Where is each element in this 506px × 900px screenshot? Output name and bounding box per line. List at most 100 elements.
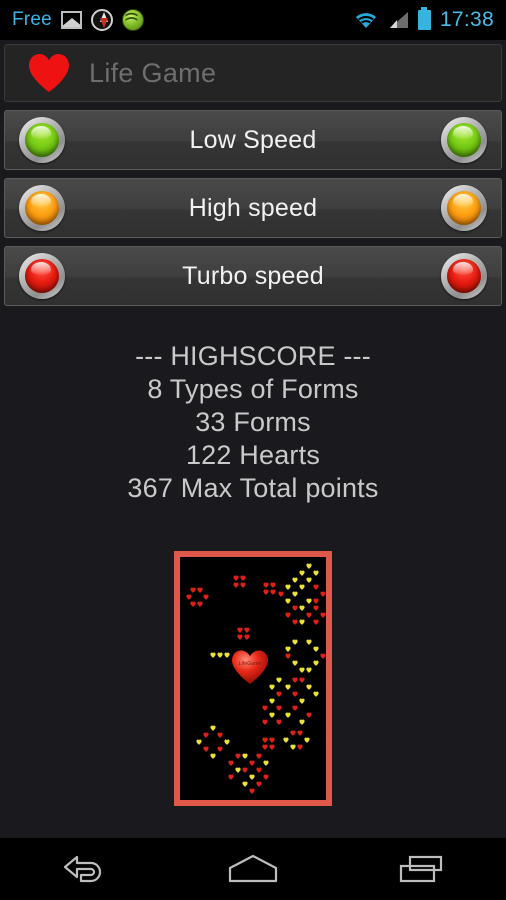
- life-cell: [256, 753, 262, 759]
- life-cell: [242, 781, 248, 787]
- life-cell: [306, 639, 312, 645]
- life-cell: [285, 684, 291, 690]
- life-cell: [299, 619, 305, 625]
- low-speed-label: Low Speed: [189, 125, 317, 154]
- life-cell: [233, 575, 239, 581]
- life-cell: [210, 753, 216, 759]
- life-cell: [269, 737, 275, 743]
- life-cell: [292, 619, 298, 625]
- life-cell: [210, 652, 216, 658]
- life-cell: [224, 739, 230, 745]
- life-cell: [313, 619, 319, 625]
- highscore-panel: --- HIGHSCORE --- 8 Types of Forms 33 Fo…: [0, 340, 506, 505]
- carrier-label: Free: [12, 9, 52, 30]
- life-cell: [203, 746, 209, 752]
- life-cell: [292, 591, 298, 597]
- life-cell: [244, 627, 250, 633]
- gallery-icon: [60, 11, 82, 29]
- life-cell: [256, 767, 262, 773]
- life-cell: [306, 684, 312, 690]
- high-speed-led-right: [441, 185, 487, 231]
- life-cell: [276, 677, 282, 683]
- life-cell: [285, 712, 291, 718]
- life-cell: [270, 582, 276, 588]
- turbo-speed-label: Turbo speed: [182, 261, 324, 290]
- life-cell: [313, 584, 319, 590]
- life-cell: [292, 677, 298, 683]
- life-cell: [313, 646, 319, 652]
- life-cell: [228, 774, 234, 780]
- clock: 17:38: [439, 8, 494, 31]
- life-cell: [262, 705, 268, 711]
- life-cell: [306, 577, 312, 583]
- life-cell: [197, 601, 203, 607]
- life-cell: [313, 660, 319, 666]
- life-cell: [190, 601, 196, 607]
- home-button[interactable]: [208, 846, 298, 892]
- app-title: Life Game: [89, 57, 217, 88]
- life-cell: [269, 744, 275, 750]
- life-cell: [269, 698, 275, 704]
- life-cell: [237, 627, 243, 633]
- life-cell: [210, 725, 216, 731]
- life-cell: [313, 605, 319, 611]
- life-cell: [313, 691, 319, 697]
- turbo-speed-button[interactable]: Turbo speed: [4, 246, 502, 306]
- life-cell: [313, 598, 319, 604]
- low-speed-button-wrap: Low Speed: [4, 110, 502, 170]
- life-cell: [299, 605, 305, 611]
- wifi-icon: [354, 11, 378, 29]
- turbo-speed-button-wrap: Turbo speed: [4, 246, 502, 306]
- life-cell: [306, 612, 312, 618]
- life-cell: [196, 739, 202, 745]
- life-cell: [285, 646, 291, 652]
- highscore-hearts: 122 Hearts: [185, 440, 321, 470]
- life-cell: [313, 570, 319, 576]
- life-cell: [278, 591, 284, 597]
- turbo-speed-led-left: [19, 253, 65, 299]
- life-cell: [262, 719, 268, 725]
- low-speed-button[interactable]: Low Speed: [4, 110, 502, 170]
- life-cell: [224, 652, 230, 658]
- life-cell: [263, 760, 269, 766]
- life-cell: [299, 570, 305, 576]
- life-cell: [263, 589, 269, 595]
- life-cell: [197, 587, 203, 593]
- status-bar: Free 17:38: [0, 0, 506, 40]
- life-cell: [233, 582, 239, 588]
- high-speed-button[interactable]: High speed: [4, 178, 502, 238]
- life-cell: [242, 753, 248, 759]
- back-button[interactable]: [39, 846, 129, 892]
- life-cell: [240, 575, 246, 581]
- high-speed-button-wrap: High speed: [4, 178, 502, 238]
- life-cell: [262, 737, 268, 743]
- life-cell: [292, 691, 298, 697]
- battery-icon: [417, 7, 431, 30]
- high-speed-label: High speed: [188, 193, 318, 222]
- life-cell: [186, 594, 192, 600]
- life-cell: [228, 760, 234, 766]
- life-cell: [299, 584, 305, 590]
- recents-button[interactable]: [377, 846, 467, 892]
- life-cell: [256, 781, 262, 787]
- life-cell: [285, 612, 291, 618]
- life-cell: [276, 691, 282, 697]
- life-cell: [270, 589, 276, 595]
- signal-icon: [387, 11, 409, 29]
- app-title-bar: Life Game: [4, 44, 502, 102]
- highscore-max-total-points: 367 Max Total points: [127, 473, 379, 503]
- app-screen: Free 17:38: [0, 0, 506, 900]
- life-cell: [299, 698, 305, 704]
- life-cell: [297, 730, 303, 736]
- life-cell: [292, 605, 298, 611]
- life-cell: [292, 660, 298, 666]
- game-preview[interactable]: LifeGame: [174, 551, 332, 806]
- life-cell: [304, 737, 310, 743]
- life-cell: [283, 737, 289, 743]
- life-cell: [242, 767, 248, 773]
- life-cell: [306, 563, 312, 569]
- life-cell: [249, 760, 255, 766]
- preview-area: LifeGame: [0, 505, 506, 838]
- life-cell: [235, 753, 241, 759]
- status-bar-left: Free: [12, 9, 144, 31]
